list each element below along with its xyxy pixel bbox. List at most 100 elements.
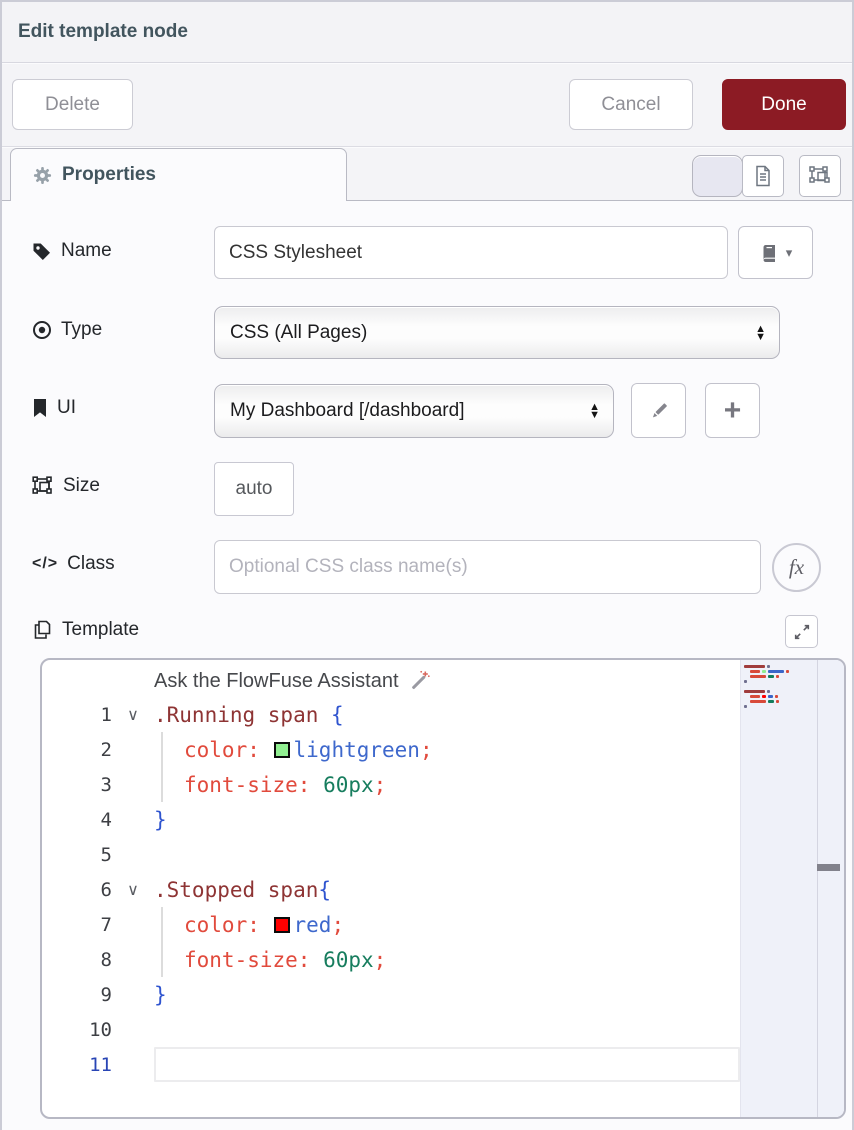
- minimap-bar: [767, 665, 770, 668]
- edit-ui-button[interactable]: [631, 383, 686, 438]
- code-token: [310, 948, 323, 972]
- line-number: 6: [42, 879, 112, 901]
- code-line[interactable]: 3font-size: 60px;: [42, 767, 740, 802]
- code-token: color:: [184, 913, 260, 937]
- dialog-title: Edit template node: [18, 21, 188, 43]
- line-number: 10: [42, 1019, 112, 1041]
- code-token: color:: [184, 738, 260, 762]
- code-text: .Stopped span{: [154, 872, 740, 907]
- library-button[interactable]: ▾: [738, 226, 813, 279]
- select-arrows-icon: ▲▼: [755, 325, 766, 341]
- tab-properties[interactable]: Properties: [10, 148, 347, 201]
- code-token: 60px: [323, 948, 374, 972]
- description-section-button[interactable]: [742, 155, 784, 197]
- size-button[interactable]: auto: [214, 462, 294, 516]
- size-field-label: Size: [32, 475, 100, 497]
- code-line[interactable]: 4}: [42, 802, 740, 837]
- code-line[interactable]: 8 font-size: 60px;: [42, 942, 740, 977]
- type-field-label-text: Type: [61, 319, 102, 341]
- minimap-bar: [744, 680, 747, 683]
- assistant-placeholder[interactable]: Ask the FlowFuse Assistant: [154, 669, 431, 693]
- delete-button[interactable]: Delete: [12, 79, 133, 130]
- line-number: 4: [42, 809, 112, 831]
- code-text: }: [154, 977, 740, 1012]
- code-token: font-size:: [184, 948, 310, 972]
- code-text: font-size: 60px;: [154, 767, 740, 802]
- code-line[interactable]: 10: [42, 1012, 740, 1047]
- line-number: 11: [42, 1054, 112, 1076]
- line-number: 9: [42, 984, 112, 1006]
- object-frame-icon: [809, 166, 831, 186]
- name-field-label: Name: [32, 240, 112, 262]
- code-line[interactable]: 5: [42, 837, 740, 872]
- minimap-bar: [776, 675, 779, 678]
- line-number: 2: [42, 739, 112, 761]
- code-line[interactable]: 6∨.Stopped span{: [42, 872, 740, 907]
- minimap-bar: [768, 695, 773, 698]
- circle-dot-icon: [32, 320, 52, 340]
- code-token: ;: [374, 773, 387, 797]
- minimap-bar: [750, 670, 760, 673]
- code-token: .Stopped span: [154, 878, 318, 902]
- ui-field-label-text: UI: [57, 397, 76, 419]
- scrollbar-thumb[interactable]: [817, 864, 840, 871]
- code-text: [154, 1047, 740, 1082]
- line-number: 8: [42, 949, 112, 971]
- template-code-editor[interactable]: Ask the FlowFuse Assistant 1∨.Running sp…: [40, 658, 846, 1119]
- object-frame-icon: [32, 476, 54, 496]
- code-line[interactable]: 2color: lightgreen;: [42, 732, 740, 767]
- properties-section-button[interactable]: [692, 155, 743, 197]
- code-token: {: [331, 703, 344, 727]
- tab-properties-label: Properties: [62, 164, 156, 186]
- minimap-bar: [768, 700, 774, 703]
- class-field-label: </> Class: [32, 553, 115, 575]
- expand-editor-button[interactable]: [785, 615, 818, 648]
- code-token: red: [294, 913, 332, 937]
- done-button[interactable]: Done: [722, 79, 846, 130]
- assistant-placeholder-text: Ask the FlowFuse Assistant: [154, 670, 399, 693]
- fx-icon: fx: [789, 555, 804, 580]
- name-input[interactable]: [214, 226, 728, 279]
- code-token: .Running span: [154, 703, 331, 727]
- edit-template-node-dialog: Edit template node Delete Cancel Done Pr…: [0, 0, 854, 1130]
- minimap-bar: [768, 675, 774, 678]
- code-token: ;: [374, 948, 387, 972]
- minimap-bar: [744, 690, 765, 693]
- code-text: .Running span {: [154, 697, 740, 732]
- code-text: font-size: 60px;: [154, 942, 740, 977]
- code-text: [154, 837, 740, 872]
- class-field-label-text: Class: [67, 553, 115, 575]
- color-swatch-icon[interactable]: [274, 742, 290, 758]
- plus-icon: +: [724, 394, 742, 428]
- name-field-label-text: Name: [61, 240, 112, 262]
- ui-field-label: UI: [32, 397, 76, 419]
- fold-icon[interactable]: ∨: [112, 880, 154, 899]
- add-ui-button[interactable]: +: [705, 383, 760, 438]
- ui-select-value: My Dashboard [/dashboard]: [230, 400, 464, 422]
- code-token: }: [154, 808, 167, 832]
- code-line[interactable]: 1∨.Running span {: [42, 697, 740, 732]
- type-select[interactable]: CSS (All Pages) ▲▼: [214, 306, 780, 359]
- ui-select[interactable]: My Dashboard [/dashboard] ▲▼: [214, 384, 614, 438]
- code-line[interactable]: 7color: red;: [42, 907, 740, 942]
- cancel-button[interactable]: Cancel: [569, 79, 693, 130]
- copy-icon: [32, 619, 53, 641]
- fx-button[interactable]: fx: [772, 543, 821, 592]
- minimap-bar: [750, 695, 760, 698]
- template-field-label: Template: [32, 619, 139, 641]
- code-lines: 1∨.Running span {2color: lightgreen;3fon…: [42, 697, 740, 1082]
- editor-minimap[interactable]: [740, 660, 844, 1117]
- code-icon: </>: [32, 555, 58, 573]
- code-line[interactable]: 9}: [42, 977, 740, 1012]
- class-input[interactable]: [214, 540, 761, 594]
- code-token: }: [154, 983, 167, 1007]
- code-token: font-size:: [184, 773, 310, 797]
- color-swatch-icon[interactable]: [274, 917, 290, 933]
- appearance-section-button[interactable]: [799, 155, 841, 197]
- minimap-bar: [775, 695, 778, 698]
- code-line[interactable]: 11: [42, 1047, 740, 1082]
- fold-icon[interactable]: ∨: [112, 705, 154, 724]
- minimap-bar: [750, 675, 766, 678]
- tab-strip: Properties: [2, 148, 852, 201]
- gear-icon: [33, 166, 52, 185]
